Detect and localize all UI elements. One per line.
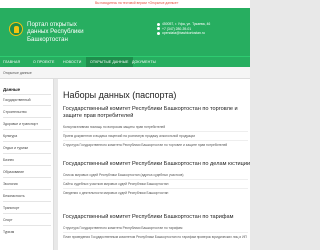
phone-icon — [157, 27, 160, 31]
divider — [3, 177, 51, 178]
divider — [3, 225, 51, 226]
location-icon — [157, 22, 160, 26]
nav-item-about[interactable]: О ПРОЕКТЕ — [33, 60, 54, 64]
nav-item-news[interactable]: НОВОСТИ — [63, 60, 81, 64]
divider — [63, 188, 248, 189]
sidebar-item[interactable]: Отдых и туризм — [3, 146, 28, 150]
phone-text: +7 (347) 280-39-01 — [162, 26, 192, 31]
divider — [3, 117, 51, 118]
divider — [3, 213, 51, 214]
divider — [63, 232, 248, 233]
nav-item-home[interactable]: ГЛАВНАЯ — [3, 60, 20, 64]
sidebar-item[interactable]: Здоровье и транспорт — [3, 122, 38, 126]
divider — [3, 201, 51, 202]
sidebar-item[interactable]: Бизнес — [3, 158, 14, 162]
email-link[interactable]: opendata@bashkortostan.ru — [162, 31, 205, 35]
address-text: 450057, г. Уфа, ул. Тукаева, 46 — [162, 22, 211, 26]
sidebar-title: Данные — [3, 87, 21, 92]
divider — [63, 140, 248, 141]
sidebar-item[interactable]: Туризм — [3, 230, 14, 234]
divider — [3, 189, 51, 190]
breadcrumb-bar: Открытые данные — [0, 67, 250, 79]
sidebar-item[interactable]: Спорт — [3, 218, 13, 222]
sidebar-item[interactable]: Экология — [3, 182, 18, 186]
section-title[interactable]: Государственный комитет Республики Башко… — [63, 214, 253, 221]
dataset-link[interactable]: Список мировых судей Республики Башкорто… — [63, 173, 248, 177]
main-content: Наборы данных (паспорта) Государственный… — [58, 79, 250, 250]
sidebar-item[interactable]: Образование — [3, 170, 24, 174]
nav-item-documents[interactable]: ДОКУМЕНТЫ — [132, 60, 156, 64]
sidebar: Данные Государственный Строительство Здо… — [0, 79, 54, 250]
divider — [3, 129, 51, 130]
contact-info: 450057, г. Уфа, ул. Тукаева, 46 +7 (347)… — [157, 22, 210, 36]
mail-icon — [157, 31, 160, 35]
dataset-link[interactable]: Структура Государственного комитета Респ… — [63, 143, 248, 147]
dataset-link[interactable]: Структура Государственного комитета Респ… — [63, 226, 248, 230]
header: Портал открытых данных Республики Башкор… — [0, 8, 250, 56]
sidebar-item[interactable]: Культура — [3, 134, 17, 138]
notice-bar: Вы находитесь на тестовой версии «Открыт… — [0, 0, 250, 8]
sidebar-item[interactable]: Безопасность — [3, 194, 25, 198]
section-title[interactable]: Государственный комитет Республики Башко… — [63, 161, 253, 168]
dataset-link[interactable]: Консультативная помощь по вопросам защит… — [63, 125, 248, 129]
page-title: Наборы данных (паспорта) — [63, 90, 177, 100]
dataset-link[interactable]: Сведения о деятельности мировых судей Ре… — [63, 191, 248, 195]
divider — [63, 131, 248, 132]
sidebar-item[interactable]: Строительство — [3, 110, 27, 114]
dataset-link[interactable]: Сайты судебных участков мировых судей Ре… — [63, 182, 248, 186]
divider — [63, 179, 248, 180]
divider — [3, 141, 51, 142]
divider — [3, 165, 51, 166]
coat-of-arms-logo[interactable] — [9, 22, 23, 36]
dataset-link[interactable]: План проведения Государственным комитето… — [63, 235, 248, 239]
sidebar-item[interactable]: Транспорт — [3, 206, 19, 210]
divider — [3, 153, 51, 154]
sidebar-item[interactable]: Государственный — [3, 98, 31, 102]
main-nav: ГЛАВНАЯ О ПРОЕКТЕ НОВОСТИ ОТКРЫТЫЕ ДАННЫ… — [0, 56, 250, 68]
notice-text: Вы находитесь на тестовой версии «Открыт… — [95, 1, 179, 5]
site-title[interactable]: Портал открытых данных Республики Башкор… — [27, 21, 97, 43]
divider — [3, 94, 51, 95]
divider — [3, 105, 51, 106]
section-title[interactable]: Государственный комитет Республики Башко… — [63, 106, 253, 120]
breadcrumb[interactable]: Открытые данные — [3, 71, 32, 75]
dataset-link[interactable]: Прием документов и выдача лицензий на ро… — [63, 134, 248, 138]
